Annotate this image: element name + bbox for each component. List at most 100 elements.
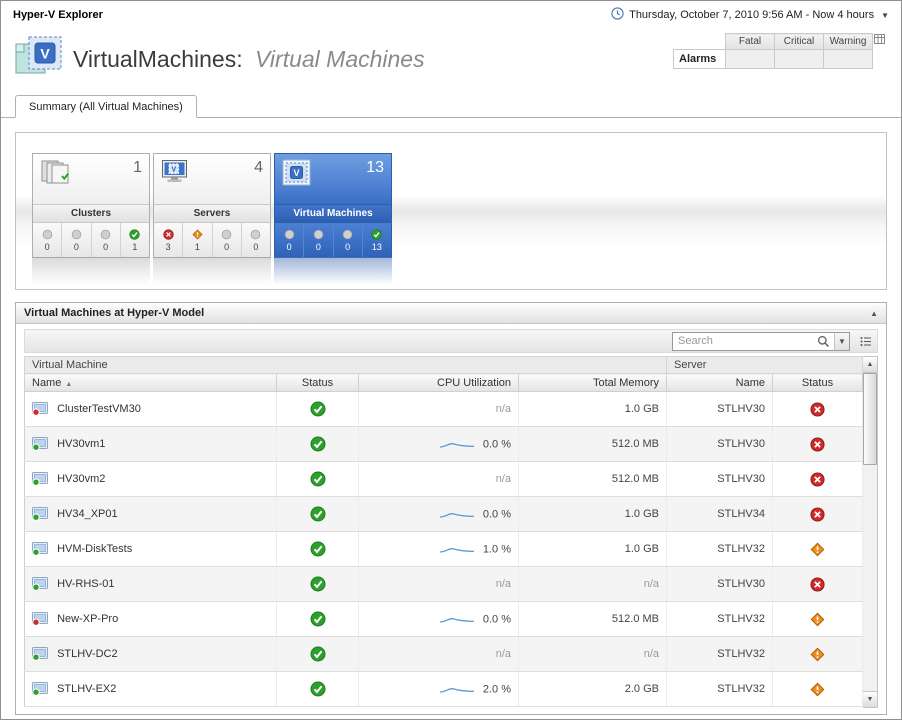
server-name: STLHV32 <box>717 683 765 695</box>
column-header-status[interactable]: Status <box>277 374 359 392</box>
server-status-icon <box>810 613 825 625</box>
svg-text:V: V <box>171 166 176 173</box>
status-count: 0 <box>224 242 229 252</box>
server-status-icon <box>810 683 825 695</box>
cpu-value: 1.0 % <box>483 543 511 555</box>
status-count: 0 <box>103 242 108 252</box>
column-header-name[interactable]: Name▲ <box>25 374 277 392</box>
table-row[interactable]: HV30vm1 0.0 % 512.0 MB STLHV30 <box>25 427 863 462</box>
tile-status-fatal[interactable]: 0 <box>275 223 304 257</box>
tile-clusters[interactable]: 1 Clusters 0001 <box>32 153 150 258</box>
column-header-server-name[interactable]: Name <box>667 374 773 392</box>
clock-icon <box>611 7 624 23</box>
memory-value: 512.0 MB <box>612 473 659 485</box>
vm-icon <box>32 613 51 625</box>
search-icon[interactable] <box>812 333 834 350</box>
page-title-suffix: Virtual Machines <box>255 46 425 72</box>
time-range-selector[interactable]: Thursday, October 7, 2010 9:56 AM - Now … <box>611 7 889 23</box>
table-row[interactable]: STLHV-DC2 n/a n/a STLHV32 <box>25 637 863 672</box>
collapse-panel-icon[interactable]: ▲ <box>870 309 878 318</box>
alarms-row-label: Alarms <box>674 50 726 69</box>
alarms-critical-count[interactable] <box>775 50 824 69</box>
table-row[interactable]: HVM-DiskTests 1.0 % 1.0 GB STLHV32 <box>25 532 863 567</box>
tile-status-fatal[interactable]: 0 <box>33 223 62 257</box>
server-name: STLHV34 <box>717 508 765 520</box>
table-row[interactable]: New-XP-Pro 0.0 % 512.0 MB STLHV32 <box>25 602 863 637</box>
search-input[interactable] <box>673 335 812 347</box>
vm-icon <box>32 438 51 450</box>
cpu-sparkline <box>439 613 475 626</box>
panel-title: Virtual Machines at Hyper-V Model <box>24 307 204 319</box>
server-name: STLHV30 <box>717 473 765 485</box>
tile-label: Servers <box>154 204 270 223</box>
fatal-icon <box>42 229 53 241</box>
page-title: VirtualMachines: Virtual Machines <box>73 46 425 73</box>
cpu-value: n/a <box>496 648 511 660</box>
column-header-total-memory[interactable]: Total Memory <box>519 374 667 392</box>
cpu-value: n/a <box>496 403 511 415</box>
tile-status-warning[interactable]: 0 <box>213 223 242 257</box>
vm-status-icon <box>310 438 326 450</box>
tile-status-critical[interactable]: 0 <box>304 223 333 257</box>
tile-status-critical[interactable]: 0 <box>62 223 91 257</box>
table-row[interactable]: ClusterTestVM30 n/a 1.0 GB STLHV30 <box>25 392 863 427</box>
scroll-down-icon[interactable]: ▼ <box>863 691 877 707</box>
server-status-icon <box>810 543 825 555</box>
column-header-server-status[interactable]: Status <box>773 374 863 392</box>
status-count: 0 <box>253 242 258 252</box>
vm-name: ClusterTestVM30 <box>57 403 141 415</box>
server-status-icon <box>810 403 825 415</box>
virtual-machines-table: Virtual Machine Server Name▲ Status CPU … <box>24 356 863 707</box>
group-header-virtual-machine: Virtual Machine <box>25 357 667 374</box>
search-options-chevron-icon[interactable]: ▼ <box>834 333 849 350</box>
tile-status-critical[interactable]: 1 <box>183 223 212 257</box>
scrollbar-thumb[interactable] <box>863 373 877 465</box>
tile-virtual-machines[interactable]: V 13 Virtual Machines 00013 <box>274 153 392 258</box>
fatal-icon <box>284 229 295 241</box>
column-header-cpu-utilization[interactable]: CPU Utilization <box>359 374 519 392</box>
vertical-scrollbar[interactable]: ▲ ▼ <box>863 356 878 708</box>
tab-summary-all-virtual-machines[interactable]: Summary (All Virtual Machines) <box>15 95 197 118</box>
scroll-up-icon[interactable]: ▲ <box>863 357 877 373</box>
cpu-value: 2.0 % <box>483 683 511 695</box>
table-row[interactable]: STLHV-EX2 2.0 % 2.0 GB STLHV32 <box>25 672 863 707</box>
svg-text:V: V <box>293 168 299 178</box>
alarms-summary-table: Fatal Critical Warning Alarms <box>673 33 887 69</box>
server-status-icon <box>810 508 825 520</box>
server-name: STLHV30 <box>717 438 765 450</box>
tile-status-normal[interactable]: 0 <box>242 223 270 257</box>
time-range-label: Thursday, October 7, 2010 9:56 AM - Now … <box>629 9 874 21</box>
vm-status-icon <box>310 403 326 415</box>
table-row[interactable]: HV30vm2 n/a 512.0 MB STLHV30 <box>25 462 863 497</box>
tile-label: Clusters <box>33 204 149 223</box>
vm-status-icon <box>310 578 326 590</box>
table-row[interactable]: HV34_XP01 0.0 % 1.0 GB STLHV34 <box>25 497 863 532</box>
table-customizer-icon[interactable] <box>860 336 872 347</box>
page-header: V VirtualMachines: Virtual Machines Fata… <box>1 29 901 93</box>
alarms-fatal-count[interactable] <box>726 50 775 69</box>
warning-icon <box>221 229 232 241</box>
memory-value: 1.0 GB <box>625 508 659 520</box>
fatal-icon <box>163 229 174 241</box>
status-count: 0 <box>45 242 50 252</box>
table-row[interactable]: HV-RHS-01 n/a n/a STLHV30 <box>25 567 863 602</box>
topology-tiles: 1 Clusters 0001 V 4 Servers 3100 V 13 Vi… <box>15 132 887 290</box>
vm-status-icon <box>310 648 326 660</box>
vm-name: HV30vm2 <box>57 473 105 485</box>
app-title: Hyper-V Explorer <box>13 9 103 21</box>
alarms-warning-count[interactable] <box>824 50 873 69</box>
tile-status-normal[interactable]: 1 <box>121 223 149 257</box>
memory-value: n/a <box>644 648 659 660</box>
tile-status-normal[interactable]: 13 <box>363 223 391 257</box>
tile-status-fatal[interactable]: 3 <box>154 223 183 257</box>
tile-servers[interactable]: V 4 Servers 3100 <box>153 153 271 258</box>
alarms-customizer-icon[interactable] <box>873 34 887 50</box>
tile-status-warning[interactable]: 0 <box>92 223 121 257</box>
vm-table-panel: Virtual Machines at Hyper-V Model ▲ ▼ <box>15 302 887 715</box>
tile-status-warning[interactable]: 0 <box>334 223 363 257</box>
memory-value: 512.0 MB <box>612 613 659 625</box>
scrollbar-track[interactable] <box>863 373 877 691</box>
alarms-corner-cell <box>674 34 726 50</box>
cpu-value: n/a <box>496 473 511 485</box>
cpu-sparkline <box>439 438 475 451</box>
